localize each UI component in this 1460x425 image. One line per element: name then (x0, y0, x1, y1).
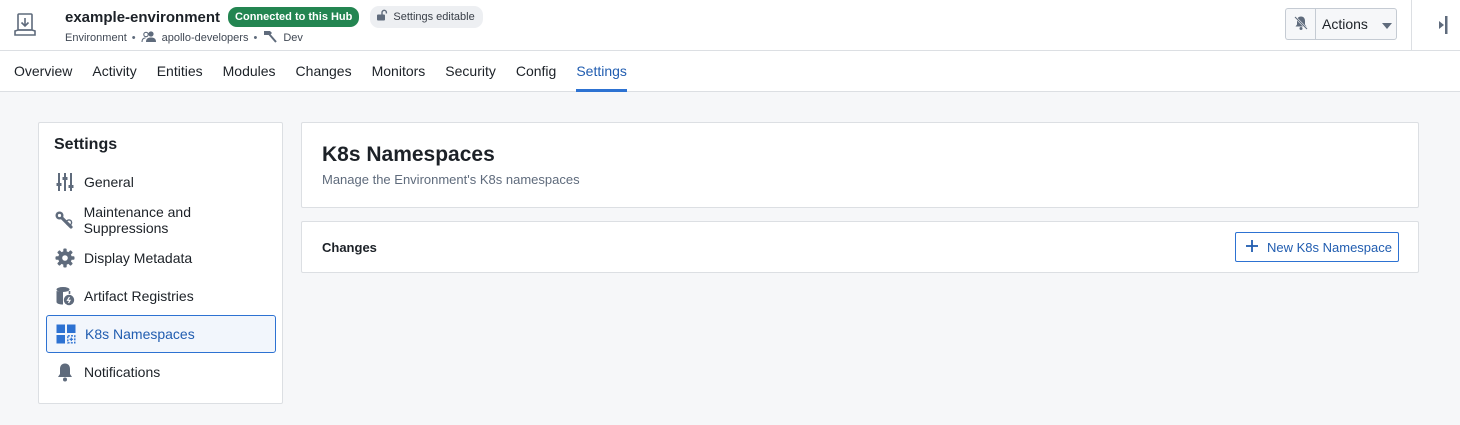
tab-activity[interactable]: Activity (92, 51, 136, 92)
tab-modules[interactable]: Modules (223, 51, 276, 92)
new-k8s-namespace-button[interactable]: New K8s Namespace (1235, 232, 1399, 262)
environment-title: example-environment (65, 8, 221, 26)
hammer-icon (262, 29, 278, 46)
environment-stage: Dev (283, 31, 303, 44)
header-divider (1411, 0, 1412, 51)
sidebar-item-label: Notifications (84, 364, 161, 380)
app-header: example-environment Connected to this Hu… (0, 0, 1460, 51)
wrench-icon (54, 210, 75, 231)
tab-monitors[interactable]: Monitors (372, 51, 426, 92)
tab-entities[interactable]: Entities (157, 51, 203, 92)
actions-label: Actions (1322, 16, 1368, 32)
caret-down-icon (1381, 16, 1392, 32)
grid-icon (55, 324, 76, 345)
environment-owner[interactable]: apollo-developers (162, 32, 249, 44)
tab-changes[interactable]: Changes (296, 51, 352, 92)
changes-heading: Changes (322, 240, 377, 255)
bell-icon (54, 362, 75, 383)
page-header-card: K8s Namespaces Manage the Environment's … (301, 122, 1419, 208)
actions-dropdown-button[interactable]: Actions (1315, 8, 1397, 40)
hub-status-badge: Connected to this Hub (228, 7, 360, 27)
sidebar-item-label: Artifact Registries (84, 288, 194, 304)
sidebar-item-label: Maintenance and Suppressions (83, 204, 192, 236)
environment-icon (13, 12, 37, 38)
bell-slash-icon (1293, 15, 1309, 34)
tab-security[interactable]: Security (445, 51, 496, 92)
mute-notifications-button[interactable] (1285, 8, 1315, 40)
people-icon (141, 30, 157, 46)
meta-separator: • (131, 31, 136, 44)
settings-editable-badge: Settings editable (370, 6, 483, 28)
sidebar-item-general[interactable]: General (46, 163, 276, 201)
sidebar-item-display-metadata[interactable]: Display Metadata (46, 239, 276, 277)
sidebar-item-artifact-registries[interactable]: Artifact Registries (46, 277, 276, 315)
sidebar-item-k8s-namespaces[interactable]: K8s Namespaces (46, 315, 276, 353)
tab-overview[interactable]: Overview (14, 51, 72, 92)
environment-type: Environment (65, 31, 127, 44)
database-icon (54, 286, 75, 307)
settings-sidebar: Settings General Maintenance and Suppres… (38, 122, 283, 404)
page-title: K8s Namespaces (322, 143, 495, 166)
tab-settings[interactable]: Settings (576, 51, 627, 92)
sidebar-item-maintenance[interactable]: Maintenance and Suppressions (46, 201, 276, 239)
sidebar-item-label: K8s Namespaces (85, 326, 195, 342)
side-panel-toggle-icon[interactable] (1436, 16, 1450, 34)
sidebar-item-label: Display Metadata (84, 250, 193, 266)
new-k8s-namespace-label: New K8s Namespace (1267, 239, 1392, 255)
environment-tabs: Overview Activity Entities Modules Chang… (0, 51, 1460, 92)
plus-icon (1246, 239, 1258, 255)
sliders-icon (54, 172, 75, 193)
title-row: example-environment Connected to this Hu… (65, 6, 483, 28)
unlock-icon (376, 9, 388, 25)
meta-separator: • (253, 31, 258, 44)
header-actions: Actions (1285, 8, 1397, 40)
page-subtitle: Manage the Environment's K8s namespaces (322, 172, 580, 187)
environment-meta: Environment • apollo-developers • Dev (65, 29, 303, 46)
sidebar-title: Settings (54, 136, 118, 153)
sidebar-item-label: General (84, 174, 134, 190)
changes-card: Changes New K8s Namespace (301, 221, 1419, 273)
tab-config[interactable]: Config (516, 51, 556, 92)
gear-icon (54, 248, 75, 269)
sidebar-item-notifications[interactable]: Notifications (46, 353, 276, 391)
settings-editable-label: Settings editable (393, 11, 475, 23)
